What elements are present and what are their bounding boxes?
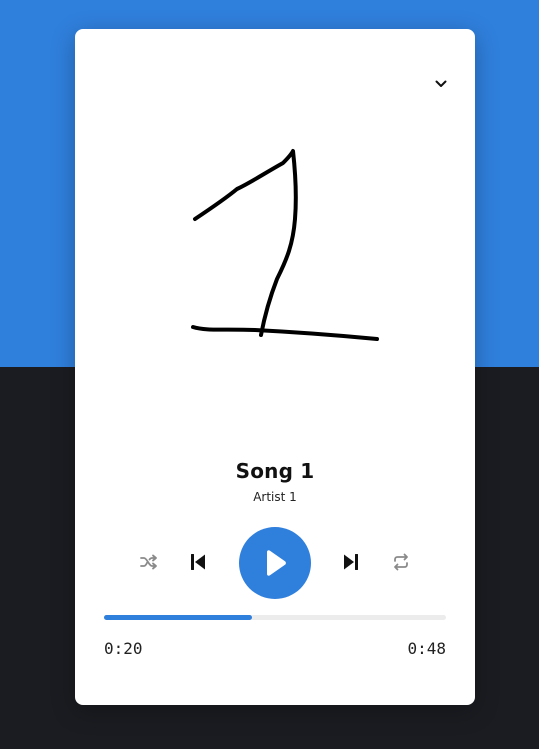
progress-fill	[104, 615, 253, 620]
next-button[interactable]	[339, 550, 363, 574]
total-duration: 0:48	[407, 639, 446, 658]
chevron-down-icon	[435, 80, 447, 87]
album-artwork	[191, 149, 379, 341]
repeat-icon	[394, 553, 408, 571]
previous-button[interactable]	[186, 550, 210, 574]
song-title: Song 1	[235, 459, 315, 483]
play-icon	[267, 550, 286, 576]
skip-previous-icon	[191, 554, 205, 570]
current-time: 0:20	[104, 639, 143, 658]
progress-bar[interactable]	[104, 615, 446, 620]
repeat-button[interactable]	[389, 550, 413, 574]
skip-next-icon	[344, 554, 358, 570]
artist-name: Artist 1	[253, 490, 297, 504]
play-button[interactable]	[239, 527, 311, 599]
collapse-button[interactable]	[429, 75, 453, 93]
shuffle-button[interactable]	[137, 550, 161, 574]
artwork-numeral-1	[193, 149, 298, 337]
player-card: Song 1 Artist 1 0:20 0:48	[75, 29, 475, 705]
shuffle-icon	[140, 554, 157, 570]
